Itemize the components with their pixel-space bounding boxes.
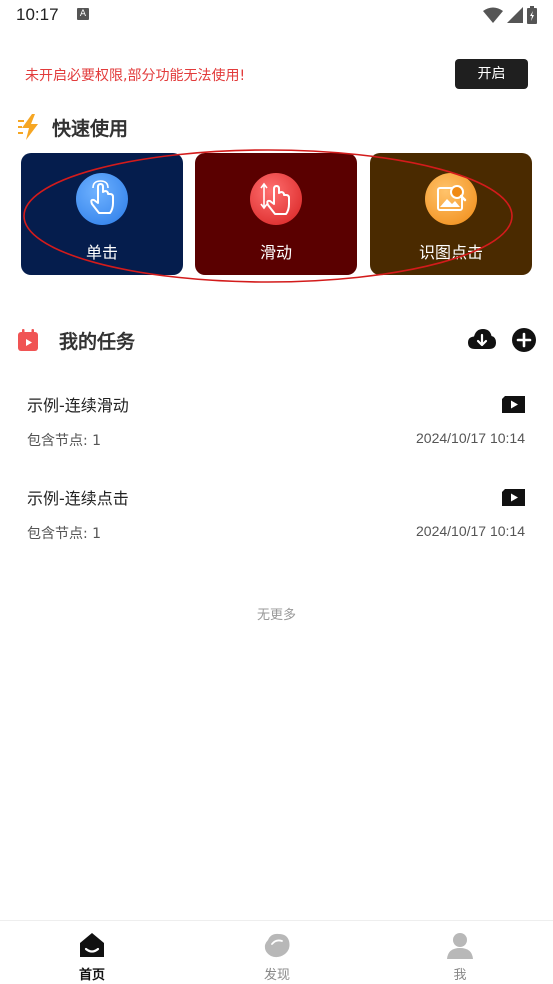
quick-card-image-click[interactable]: 识图点击 — [370, 153, 532, 275]
quick-use-header: 快速使用 — [18, 113, 128, 141]
nav-discover[interactable]: 发现 — [217, 921, 337, 984]
wifi-icon — [483, 7, 503, 23]
section-title: 我的任务 — [59, 330, 136, 353]
task-item[interactable]: 示例-连续点击 包含节点: 1 2024/10/17 10:14 — [0, 479, 553, 559]
cloud-download-icon[interactable] — [468, 327, 496, 353]
notification-icon: A — [77, 8, 89, 20]
card-label: 单击 — [85, 243, 118, 262]
task-node-count: 包含节点: 1 — [27, 526, 102, 542]
play-task-icon[interactable] — [502, 396, 525, 413]
my-tasks-header: 我的任务 — [18, 326, 135, 354]
add-task-button[interactable] — [512, 328, 536, 352]
list-end-text: 无更多 — [256, 608, 296, 623]
discover-icon — [264, 933, 290, 958]
play-task-icon[interactable] — [502, 489, 525, 506]
home-icon — [80, 933, 104, 957]
section-title: 快速使用 — [52, 117, 129, 140]
nav-label: 发现 — [263, 968, 290, 983]
image-search-icon — [425, 173, 477, 225]
signal-icon — [507, 7, 523, 23]
card-label: 识图点击 — [418, 243, 483, 262]
nav-me[interactable]: 我 — [400, 921, 520, 984]
enable-permission-button[interactable]: 开启 — [455, 59, 528, 89]
nav-home[interactable]: 首页 — [32, 921, 152, 984]
quick-card-tap[interactable]: 单击 — [21, 153, 183, 275]
task-name: 示例-连续点击 — [27, 489, 129, 508]
status-bar: 10:17 A — [0, 0, 553, 32]
lightning-icon — [18, 114, 38, 140]
task-node-count: 包含节点: 1 — [27, 433, 102, 449]
battery-icon — [527, 6, 537, 24]
nav-label: 我 — [453, 968, 467, 983]
nav-label: 首页 — [78, 968, 105, 983]
calendar-icon — [18, 329, 38, 351]
permission-warning: 未开启必要权限,部分功能无法使用! — [25, 68, 246, 84]
quick-card-swipe[interactable]: 滑动 — [195, 153, 357, 275]
status-time: 10:17 — [16, 5, 59, 24]
tap-hand-icon — [76, 173, 128, 225]
status-icons — [483, 6, 537, 24]
person-icon — [447, 933, 473, 959]
bottom-nav: 首页 发现 我 — [0, 920, 553, 984]
task-date: 2024/10/17 10:14 — [416, 430, 525, 446]
swipe-hand-icon — [250, 173, 302, 225]
card-label: 滑动 — [259, 243, 292, 262]
add-circle-icon — [516, 332, 532, 348]
task-date: 2024/10/17 10:14 — [416, 523, 525, 539]
task-item[interactable]: 示例-连续滑动 包含节点: 1 2024/10/17 10:14 — [0, 386, 553, 466]
task-name: 示例-连续滑动 — [27, 396, 129, 415]
